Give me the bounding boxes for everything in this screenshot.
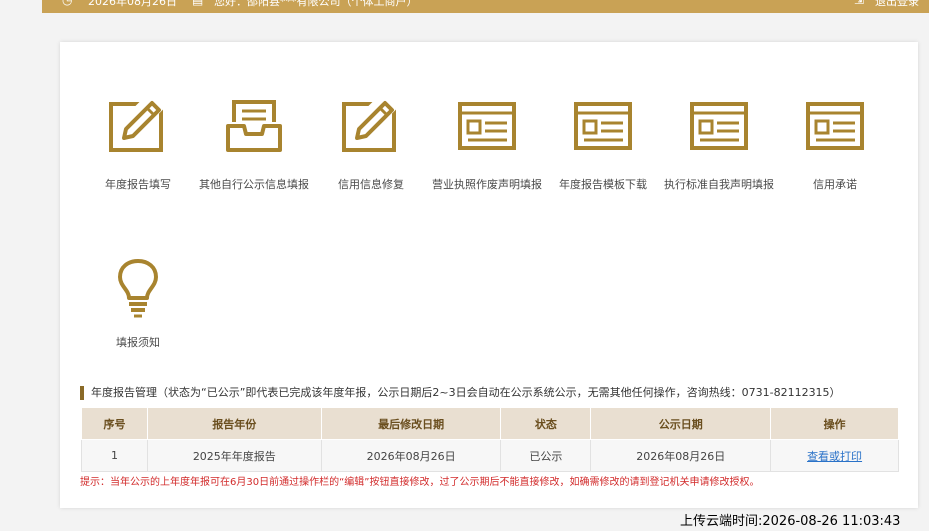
tile-standard-self-declaration[interactable]: 执行标准自我声明填报 [659,98,779,192]
view-or-print-link[interactable]: 查看或打印 [807,450,862,463]
lightbulb-icon [118,259,158,318]
tile-label: 填报须知 [116,336,160,349]
company-greeting: 您好：邵阳县***有限公司（个体工商户） [214,0,418,8]
cell-year: 2025年年度报告 [146,439,322,472]
column-header-modified: 最后修改日期 [320,407,502,440]
column-header-index: 序号 [81,407,148,440]
tile-annual-report-fill[interactable]: 年度报告填写 [78,98,198,192]
tile-label: 营业执照作废声明填报 [432,178,542,191]
tile-label: 信用承诺 [813,178,857,191]
table-header-row: 序号 报告年份 最后修改日期 状态 公示日期 操作 [81,407,899,440]
form-icon [574,102,632,150]
edit-icon [109,98,168,152]
tile-credit-repair[interactable]: 信用信息修复 [311,98,431,192]
document-icon: ▤ [192,0,204,7]
tile-credit-commitment[interactable]: 信用承诺 [775,98,895,192]
cell-action: 查看或打印 [770,439,899,472]
cell-modified: 2026年08月26日 [320,439,502,472]
clock-icon: ◷ [62,0,73,7]
column-header-action: 操作 [770,407,899,440]
tile-label: 执行标准自我声明填报 [664,178,774,191]
cell-publish: 2026年08月26日 [590,439,772,472]
edit-icon [342,98,401,152]
upload-timestamp: 上传云端时间:2026-08-26 11:03:43 [680,514,901,529]
annual-report-table: 序号 报告年份 最后修改日期 状态 公示日期 操作 1 2025年年度报告 20… [81,407,899,472]
cell-index: 1 [81,439,148,472]
tile-template-download[interactable]: 年度报告模板下载 [543,98,663,192]
tile-filing-notice[interactable]: 填报须知 [78,258,198,350]
table-row: 1 2025年年度报告 2026年08月26日 已公示 2026年08月26日 … [81,439,899,472]
current-date: 2026年08月26日 [88,0,177,8]
edit-notice: 提示：当年公示的上年度年报可在6月30日前通过操作栏的“编辑”按钮直接修改，过了… [80,477,760,488]
logout-link[interactable]: 退出登录 [875,0,919,9]
main-panel: 年度报告填写 其他自行公示信息填报 信用信息修复 营业执照作废声明填报 年度报告… [60,42,918,508]
column-header-publish: 公示日期 [590,407,772,440]
form-icon [458,102,516,150]
top-bar: ◷ 2026年08月26日 ▤ 您好：邵阳县***有限公司（个体工商户） ⇲ 退… [42,0,929,13]
column-header-status: 状态 [500,407,592,440]
tile-other-disclosure[interactable]: 其他自行公示信息填报 [194,98,314,192]
cell-status: 已公示 [500,439,592,472]
section-title-annual-report: 年度报告管理（状态为“已公示”即代表已完成该年度年报，公示日期后2~3日会自动在… [80,386,841,400]
form-icon [690,102,748,150]
tile-label: 年度报告模板下载 [559,178,647,191]
tile-label: 信用信息修复 [338,178,404,191]
tile-label: 年度报告填写 [105,178,171,191]
inbox-tray-icon [226,100,282,152]
form-icon [806,102,864,150]
tile-license-void-statement[interactable]: 营业执照作废声明填报 [427,98,547,192]
logout-icon[interactable]: ⇲ [854,0,864,7]
column-header-year: 报告年份 [146,407,322,440]
tile-label: 其他自行公示信息填报 [199,178,309,191]
